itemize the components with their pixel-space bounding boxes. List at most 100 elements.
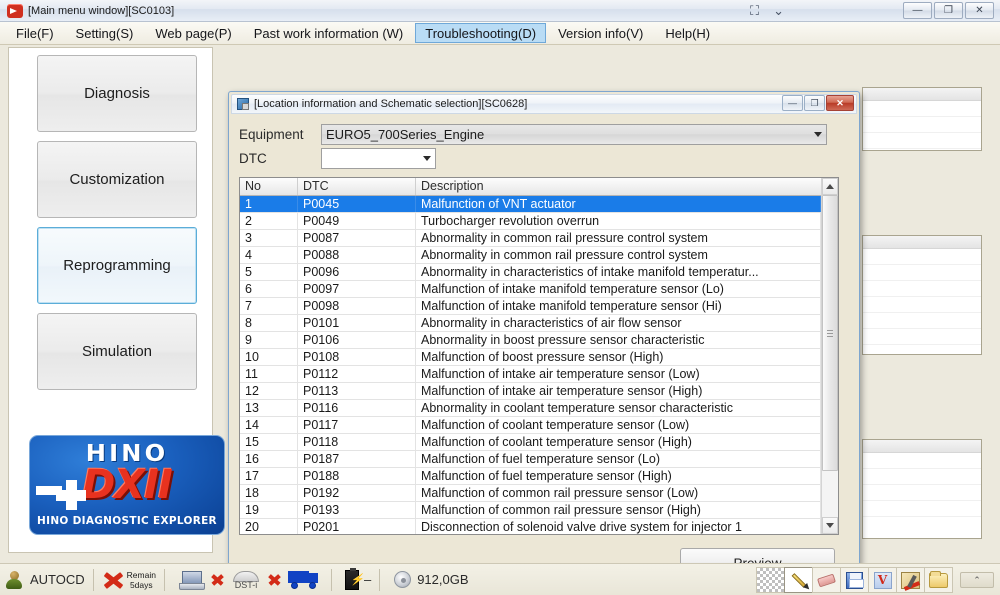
nav-button-reprogramming[interactable]: Reprogramming [37, 227, 197, 304]
red-x-icon [211, 573, 224, 586]
chevron-down-icon[interactable] [423, 156, 431, 161]
table-row[interactable]: 16P0187Malfunction of fuel temperature s… [240, 451, 821, 468]
status-divider [331, 569, 332, 591]
background-row [863, 117, 981, 133]
cell-description: Malfunction of intake manifold temperatu… [416, 281, 821, 297]
collapse-toolbar-button[interactable]: ⌃ [960, 572, 994, 588]
menu-web-page[interactable]: Web page(P) [145, 23, 241, 43]
battery-level-text: – [364, 572, 371, 587]
menu-setting[interactable]: Setting(S) [66, 23, 144, 43]
menu-past-work-information[interactable]: Past work information (W) [244, 23, 414, 43]
table-row[interactable]: 1P0045Malfunction of VNT actuator [240, 196, 821, 213]
cell-dtc: P0112 [298, 366, 416, 382]
cell-dtc: P0116 [298, 400, 416, 416]
cell-no: 7 [240, 298, 298, 314]
status-divider [164, 569, 165, 591]
cell-dtc: P0106 [298, 332, 416, 348]
eraser-tool-button[interactable] [812, 567, 841, 593]
cell-description: Abnormality in characteristics of air fl… [416, 315, 821, 331]
column-header-no[interactable]: No [240, 178, 298, 195]
background-panel-header [863, 236, 981, 249]
logo-tagline-text: HINO DIAGNOSTIC EXPLORER [30, 515, 224, 527]
table-row[interactable]: 13P0116Abnormality in coolant temperatur… [240, 400, 821, 417]
dialog-restore-button[interactable]: ❐ [804, 95, 825, 111]
scrollbar-thumb[interactable] [822, 195, 838, 471]
background-row [863, 249, 981, 265]
chevron-down-icon[interactable] [814, 132, 822, 137]
cell-no: 10 [240, 349, 298, 365]
table-row[interactable]: 6P0097Malfunction of intake manifold tem… [240, 281, 821, 298]
table-row[interactable]: 7P0098Malfunction of intake manifold tem… [240, 298, 821, 315]
dialog-title: [Location information and Schematic sele… [254, 98, 527, 110]
statusbar: AUTOCD Remain 5days DST-i ⚡ – [0, 563, 1000, 595]
table-row[interactable]: 14P0117Malfunction of coolant temperatur… [240, 417, 821, 434]
table-row[interactable]: 3P0087Abnormality in common rail pressur… [240, 230, 821, 247]
menu-file[interactable]: File(F) [6, 23, 64, 43]
dtc-grid-scrollbar[interactable] [821, 178, 838, 534]
cell-dtc: P0049 [298, 213, 416, 229]
nav-button-diagnosis[interactable]: Diagnosis [37, 55, 197, 132]
dialog-close-button[interactable]: ✕ [826, 95, 854, 111]
cell-description: Abnormality in common rail pressure cont… [416, 230, 821, 246]
main-minimize-button[interactable]: — [903, 2, 932, 19]
table-row[interactable]: 2P0049Turbocharger revolution overrun [240, 213, 821, 230]
table-row[interactable]: 4P0088Abnormality in common rail pressur… [240, 247, 821, 264]
cell-no: 14 [240, 417, 298, 433]
status-user-name: AUTOCD [30, 572, 85, 587]
cell-no: 6 [240, 281, 298, 297]
table-row[interactable]: 15P0118Malfunction of coolant temperatur… [240, 434, 821, 451]
markup-tool-button[interactable] [896, 567, 925, 593]
status-battery-group: ⚡ – [334, 567, 377, 593]
disk-free-space: 912,0GB [417, 572, 468, 587]
nav-button-simulation[interactable]: Simulation [37, 313, 197, 390]
main-close-button[interactable]: ✕ [965, 2, 994, 19]
equipment-combobox[interactable]: EURO5_700Series_Engine [321, 124, 827, 145]
dialog-minimize-button[interactable]: — [782, 95, 803, 111]
transparency-toggle-button[interactable] [756, 567, 785, 593]
table-row[interactable]: 20P0201Disconnection of solenoid valve d… [240, 519, 821, 534]
table-row[interactable]: 12P0113Malfunction of intake air tempera… [240, 383, 821, 400]
main-window-tools: ⛶ ⌄ [750, 3, 784, 19]
scrollbar-track[interactable] [822, 195, 838, 517]
dialog-window-controls: — ❐ ✕ [782, 95, 854, 111]
save-tool-button[interactable] [840, 567, 869, 593]
nav-button-customization[interactable]: Customization [37, 141, 197, 218]
column-header-description[interactable]: Description [416, 178, 821, 195]
scroll-down-button[interactable] [822, 517, 838, 534]
table-row[interactable]: 18P0192Malfunction of common rail pressu… [240, 485, 821, 502]
menu-troubleshooting[interactable]: Troubleshooting(D) [415, 23, 546, 43]
menu-version-info[interactable]: Version info(V) [548, 23, 653, 43]
nav-label-customization: Customization [69, 171, 164, 188]
scroll-up-button[interactable] [822, 178, 838, 195]
dtc-combobox[interactable] [321, 148, 436, 169]
cell-description: Malfunction of intake air temperature se… [416, 366, 821, 382]
cell-no: 2 [240, 213, 298, 229]
truck-icon [288, 571, 318, 589]
column-header-dtc[interactable]: DTC [298, 178, 416, 195]
folder-icon [929, 573, 948, 588]
menubar: File(F) Setting(S) Web page(P) Past work… [0, 22, 1000, 45]
cell-no: 9 [240, 332, 298, 348]
main-window-controls: — ❐ ✕ [903, 2, 994, 19]
background-list-panel-3 [862, 439, 982, 539]
table-row[interactable]: 10P0108Malfunction of boost pressure sen… [240, 349, 821, 366]
expand-icon[interactable]: ⛶ [750, 3, 759, 19]
table-row[interactable]: 11P0112Malfunction of intake air tempera… [240, 366, 821, 383]
table-row[interactable]: 8P0101Abnormality in characteristics of … [240, 315, 821, 332]
menu-help[interactable]: Help(H) [655, 23, 720, 43]
dialog-body: Equipment EURO5_700Series_Engine DTC [229, 114, 859, 535]
cell-dtc: P0192 [298, 485, 416, 501]
dtc-grid[interactable]: No DTC Description 1P0045Malfunction of … [239, 177, 839, 535]
cell-dtc: P0088 [298, 247, 416, 263]
chevron-down-icon[interactable]: ⌄ [773, 3, 784, 19]
table-row[interactable]: 17P0188Malfunction of fuel temperature s… [240, 468, 821, 485]
table-row[interactable]: 5P0096Abnormality in characteristics of … [240, 264, 821, 281]
table-row[interactable]: 19P0193Malfunction of common rail pressu… [240, 502, 821, 519]
main-restore-button[interactable]: ❐ [934, 2, 963, 19]
open-folder-tool-button[interactable] [924, 567, 953, 593]
pen-tool-button[interactable] [784, 567, 813, 593]
main-window-title: [Main menu window][SC0103] [28, 5, 174, 17]
viewer-tool-button[interactable]: V [868, 567, 897, 593]
status-connection-group: DST-i [167, 567, 329, 593]
table-row[interactable]: 9P0106Abnormality in boost pressure sens… [240, 332, 821, 349]
